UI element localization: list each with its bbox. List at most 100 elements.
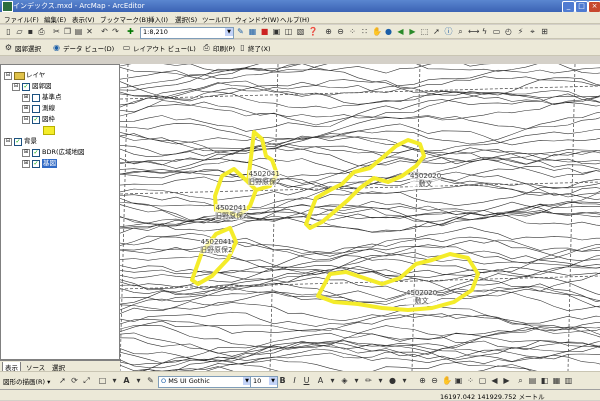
change-layout-icon[interactable]: ▦ [552,376,561,385]
layout-view-button[interactable]: レイアウト ビュー(L) [133,43,196,53]
toggle-draft-icon[interactable]: ▤ [528,376,537,385]
collapse-icon[interactable]: ⊟ [12,83,20,91]
whole-page-icon[interactable]: ▢ [478,376,487,385]
toc-item-background[interactable]: ⊟ ✓ 背景 [4,137,114,146]
toc-root-layers[interactable]: ⊟ レイヤ [4,71,114,80]
marker-color-icon[interactable]: ● [388,376,397,385]
model-builder-icon[interactable]: ◫ [284,27,293,36]
font-size-combo[interactable]: 10 ▼ [250,376,278,388]
expand-icon[interactable]: ⊞ [22,94,30,102]
expand-icon[interactable]: ⊞ [22,105,30,113]
previous-extent-icon[interactable]: ◀ [396,27,405,36]
chevron-down-icon[interactable]: ▾ [352,376,361,385]
line-color-icon[interactable]: ✏ [364,376,373,385]
measure-icon[interactable]: ⟷ [468,27,479,36]
chevron-down-icon[interactable]: ▾ [134,376,143,385]
bold-button[interactable]: B [278,376,287,385]
layout-zoom-in-icon[interactable]: ⊕ [418,376,427,385]
toc-item-base-map[interactable]: ⊞ ✓ 基図 [22,159,117,168]
layer-checkbox[interactable]: ✓ [32,149,40,157]
toc-item-map-index[interactable]: ⊟ ✓ 図郭図 [12,82,117,91]
edit-vertices-icon[interactable]: ✎ [146,376,155,385]
copy-icon[interactable]: ❐ [63,27,72,36]
menu-insert[interactable]: 挿入(I) [148,14,168,24]
save-icon[interactable]: ▪ [26,27,35,36]
lightning-icon[interactable]: ⚡ [516,27,525,36]
toc-item-map-frame[interactable]: ⊟ ✓ 図枠 [22,115,117,124]
new-document-icon[interactable]: ▯ [4,27,13,36]
zoom-100-icon[interactable]: ▣ [454,376,463,385]
legend-swatch-yellow[interactable] [43,126,55,135]
chevron-down-icon[interactable]: ▾ [376,376,385,385]
select-elements-icon[interactable]: ➚ [432,27,441,36]
full-extent-icon[interactable]: ● [384,27,393,36]
zoom-out-icon[interactable]: ⊖ [336,27,345,36]
forward-extent-icon[interactable]: ▶ [502,376,511,385]
menu-view[interactable]: 表示(V) [72,14,95,24]
fixed-zoom-out-icon[interactable]: ∷ [360,27,369,36]
toc-item-bdr[interactable]: ⊞ ✓ BDR(広域地図 [22,148,117,157]
layer-checkbox[interactable]: ✓ [14,138,22,146]
select-elements-icon[interactable]: ➚ [58,376,67,385]
fixed-zoom-in-icon[interactable]: ⁘ [348,27,357,36]
layer-checkbox[interactable]: ✓ [32,116,40,124]
chevron-down-icon[interactable]: ▾ [328,376,337,385]
open-icon[interactable]: ▱ [15,27,24,36]
layout-pan-icon[interactable]: ✋ [442,376,452,385]
overview-icon[interactable]: ⊞ [540,27,549,36]
pan-icon[interactable]: ✋ [372,27,382,36]
next-extent-icon[interactable]: ▶ [408,27,417,36]
print-button[interactable]: 印刷(P) [213,43,235,53]
layer-checkbox[interactable]: ✓ [22,83,30,91]
select-features-icon[interactable]: ⬚ [420,27,429,36]
scale-combo[interactable]: 1:8,210 ▼ [140,27,234,39]
rotate-icon[interactable]: ⟳ [70,376,79,385]
toc-item-survey-lines[interactable]: ⊞ 測線 [22,104,117,113]
menu-help[interactable]: ヘルプ(H) [280,14,309,24]
print-icon[interactable]: ⎙ [37,27,46,36]
map-sheet-select-button[interactable]: 図郭選択 [15,43,41,53]
italic-button[interactable]: I [290,376,299,385]
collapse-icon[interactable]: ⊟ [22,116,30,124]
undo-icon[interactable]: ↶ [100,27,109,36]
fixed-zoom-layout-icon[interactable]: ⁘ [466,376,475,385]
layer-checkbox[interactable] [32,105,40,113]
text-icon[interactable]: A [122,376,131,385]
layer-checkbox[interactable] [32,94,40,102]
zoom-percent-icon[interactable]: ⌕ [516,376,525,385]
paste-icon[interactable]: ▤ [74,27,83,36]
chevron-down-icon[interactable]: ▾ [110,376,119,385]
hyperlink-icon[interactable]: ϟ [480,27,489,36]
delete-icon[interactable]: ✕ [85,27,94,36]
data-view-button[interactable]: データ ビュー(D) [63,43,114,53]
layer-checkbox[interactable]: ✓ [32,160,40,168]
identify-icon[interactable]: ⓘ [444,27,453,36]
fill-color-icon[interactable]: ◈ [340,376,349,385]
menu-edit[interactable]: 編集(E) [44,14,66,24]
collapse-icon[interactable]: ⊟ [4,72,12,80]
menu-file[interactable]: ファイル(F) [4,14,39,24]
time-slider-icon[interactable]: ◴ [504,27,513,36]
python-icon[interactable]: ▧ [296,27,305,36]
chevron-down-icon[interactable]: ▾ [400,376,409,385]
catalog-icon[interactable]: ▦ [248,27,257,36]
command-line-icon[interactable]: ▣ [272,27,281,36]
zoom-whole-page-icon[interactable]: ⤢ [82,376,91,385]
menu-window[interactable]: ウィンドウ(W) [235,14,279,24]
font-color-icon[interactable]: A [316,376,325,385]
back-extent-icon[interactable]: ◀ [490,376,499,385]
map-canvas[interactable]: 4502041 旧野原保2 4502041 旧野原保2 4502041 旧野原保2 4… [120,64,600,371]
collapse-icon[interactable]: ⊟ [4,138,12,146]
font-combo[interactable]: O MS UI Gothic ▼ [158,376,252,388]
cut-icon[interactable]: ✂ [52,27,61,36]
find-icon[interactable]: ⌕ [456,27,465,36]
focus-data-frame-icon[interactable]: ◧ [540,376,549,385]
magnifier-icon[interactable]: ⌖ [528,27,537,36]
expand-icon[interactable]: ⊞ [22,160,30,168]
zoom-in-icon[interactable]: ⊕ [324,27,333,36]
menu-bookmarks[interactable]: ブックマーク(B) [100,14,149,24]
data-driven-pages-icon[interactable]: ▥ [564,376,573,385]
toc-item-control-points[interactable]: ⊞ 基準点 [22,93,117,102]
layout-zoom-out-icon[interactable]: ⊖ [430,376,439,385]
redo-icon[interactable]: ↷ [111,27,120,36]
